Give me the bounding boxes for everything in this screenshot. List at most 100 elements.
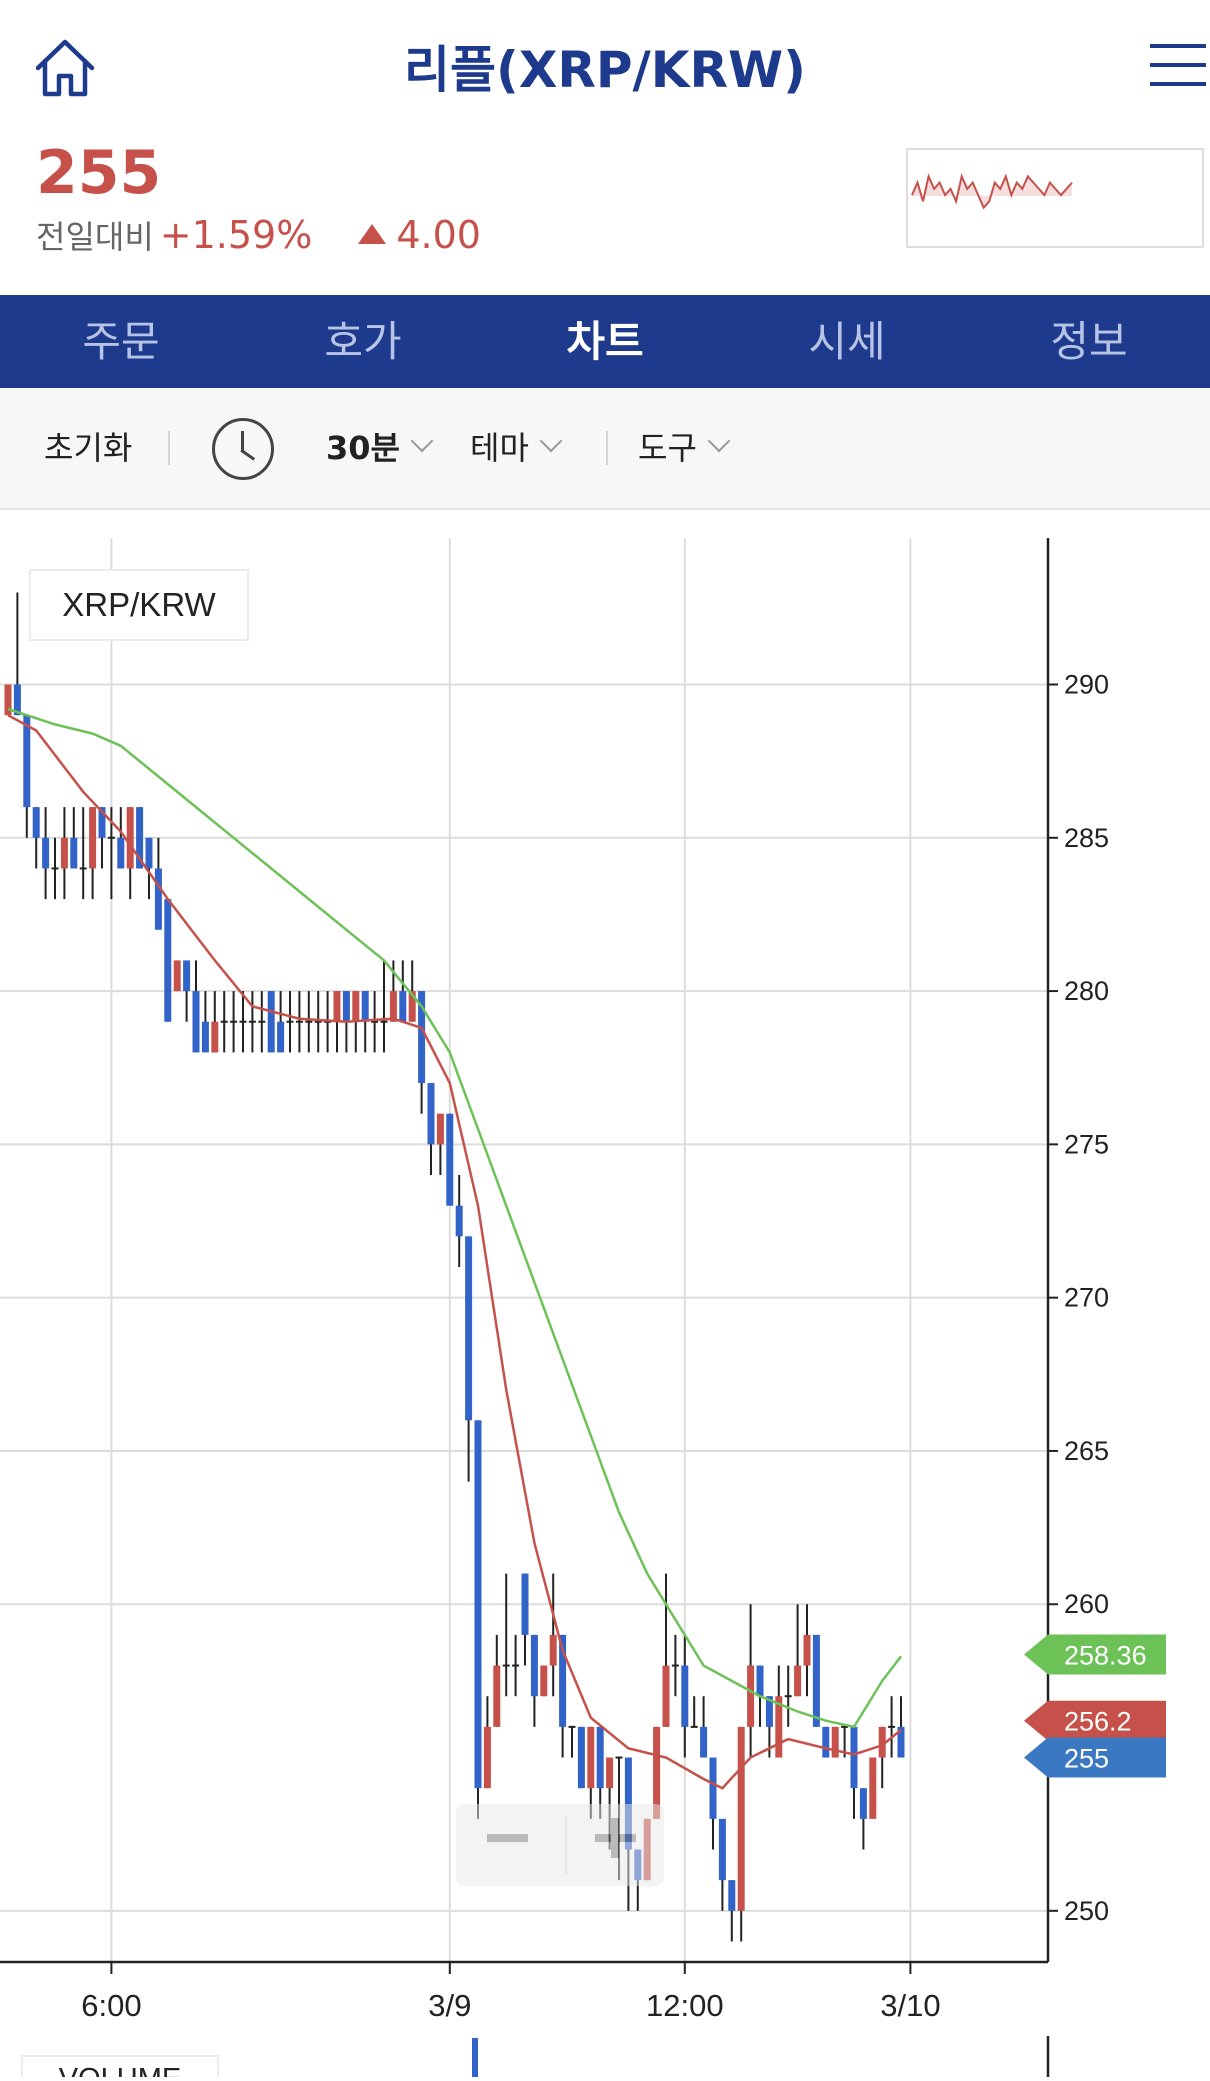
candle bbox=[98, 807, 106, 869]
candle-body bbox=[154, 868, 162, 930]
candle bbox=[371, 991, 379, 1053]
candle bbox=[869, 1757, 877, 1819]
toolbar-divider bbox=[606, 431, 608, 465]
candle bbox=[690, 1696, 698, 1728]
candle bbox=[737, 1726, 745, 1942]
candle bbox=[436, 1113, 444, 1176]
candle bbox=[521, 1573, 529, 1666]
candle-body bbox=[812, 1634, 820, 1727]
tab-chart[interactable]: 차트 bbox=[484, 295, 726, 388]
candle-body bbox=[342, 991, 350, 1022]
candle-body bbox=[192, 991, 200, 1053]
candle-body bbox=[662, 1665, 670, 1727]
candle bbox=[79, 807, 87, 900]
candle bbox=[173, 960, 181, 992]
toolbar-divider bbox=[168, 431, 170, 465]
candle-body bbox=[352, 991, 360, 1022]
tools-select[interactable]: 도구 bbox=[638, 388, 731, 508]
y-tick-label: 280 bbox=[1064, 976, 1109, 1006]
candle bbox=[295, 991, 303, 1053]
hamburger-menu-icon[interactable] bbox=[1150, 44, 1206, 88]
price-chart[interactable]: 290 285 280 275 270 265 260 250 6:00 3/9 12:00 3/10… bbox=[0, 508, 1210, 2081]
candle-body bbox=[483, 1726, 491, 1789]
candle bbox=[878, 1726, 886, 1789]
price-tag-label: 255 bbox=[1064, 1744, 1109, 1774]
interval-select[interactable]: 30분 bbox=[326, 388, 434, 508]
mini-chart[interactable] bbox=[906, 148, 1204, 248]
tab-quotes[interactable]: 시세 bbox=[726, 295, 968, 388]
candle bbox=[117, 807, 125, 869]
candle bbox=[530, 1634, 538, 1727]
candle-body bbox=[728, 1880, 736, 1911]
candle-body bbox=[700, 1726, 708, 1758]
candle-body bbox=[361, 991, 369, 1022]
zoom-control-bg bbox=[456, 1804, 664, 1886]
candle-body bbox=[446, 1113, 454, 1206]
price-tag-label: 256.2 bbox=[1064, 1707, 1132, 1737]
candle bbox=[465, 1236, 473, 1482]
candle bbox=[248, 991, 256, 1053]
candle bbox=[305, 991, 313, 1053]
candle bbox=[483, 1696, 491, 1789]
price-tag: 256.2 bbox=[1024, 1700, 1166, 1741]
candle bbox=[32, 807, 40, 869]
candle bbox=[577, 1726, 585, 1789]
candle bbox=[493, 1634, 501, 1727]
candle bbox=[211, 991, 219, 1053]
candle bbox=[502, 1573, 510, 1697]
price-tag-label: 258.36 bbox=[1064, 1641, 1147, 1671]
candle-body bbox=[436, 1113, 444, 1145]
theme-select[interactable]: 테마 bbox=[470, 388, 563, 508]
clock-icon[interactable] bbox=[212, 418, 274, 480]
candle-body bbox=[831, 1726, 839, 1758]
price-change-row: 전일대비 +1.59% 4.00 bbox=[36, 212, 481, 258]
candle bbox=[183, 960, 191, 1022]
candle-body bbox=[173, 960, 181, 992]
candle-body bbox=[587, 1726, 595, 1789]
candle bbox=[314, 991, 322, 1053]
symbol-label: XRP/KRW bbox=[29, 569, 249, 641]
tab-info[interactable]: 정보 bbox=[968, 295, 1210, 388]
x-tick-label: 3/9 bbox=[428, 1988, 471, 2023]
candle-body bbox=[117, 837, 125, 869]
app-header: 리플(XRP/KRW) bbox=[0, 0, 1210, 140]
y-tick-label: 275 bbox=[1064, 1129, 1109, 1159]
y-tick-label: 285 bbox=[1064, 823, 1109, 853]
candle-body bbox=[747, 1665, 755, 1727]
candle bbox=[747, 1604, 755, 1758]
candle-body bbox=[803, 1634, 811, 1666]
tab-order[interactable]: 주문 bbox=[0, 295, 242, 388]
candle bbox=[51, 837, 59, 900]
ma-short-line bbox=[7, 714, 902, 1790]
chevron-down-icon bbox=[539, 429, 563, 453]
candle-body bbox=[183, 960, 191, 992]
candle-body bbox=[530, 1634, 538, 1697]
candle bbox=[568, 1725, 576, 1758]
candle bbox=[794, 1604, 802, 1697]
candle bbox=[427, 1083, 435, 1176]
reset-button[interactable]: 초기화 bbox=[44, 388, 132, 508]
change-amount: 4.00 bbox=[396, 213, 481, 257]
candle bbox=[888, 1696, 896, 1758]
candle bbox=[239, 991, 247, 1053]
candle bbox=[192, 960, 200, 1053]
candle-body bbox=[859, 1788, 867, 1819]
candle-body bbox=[474, 1420, 482, 1789]
candle-body bbox=[277, 1021, 285, 1053]
zoom-control bbox=[456, 1804, 664, 1886]
tab-orderbook[interactable]: 호가 bbox=[242, 295, 484, 388]
candle-body bbox=[42, 837, 50, 869]
candle bbox=[812, 1634, 820, 1727]
y-tick-label: 265 bbox=[1064, 1436, 1109, 1466]
candle-body bbox=[756, 1665, 764, 1697]
candle-body bbox=[540, 1665, 548, 1697]
candle bbox=[70, 807, 78, 869]
theme-label: 테마 bbox=[470, 429, 529, 467]
candle bbox=[709, 1757, 717, 1850]
candle bbox=[60, 807, 68, 900]
interval-value: 30분 bbox=[326, 429, 400, 467]
candle-body bbox=[822, 1726, 830, 1758]
candle-body bbox=[32, 807, 40, 838]
volume-label: VOLUME bbox=[21, 2055, 219, 2081]
candle-body bbox=[89, 807, 97, 869]
